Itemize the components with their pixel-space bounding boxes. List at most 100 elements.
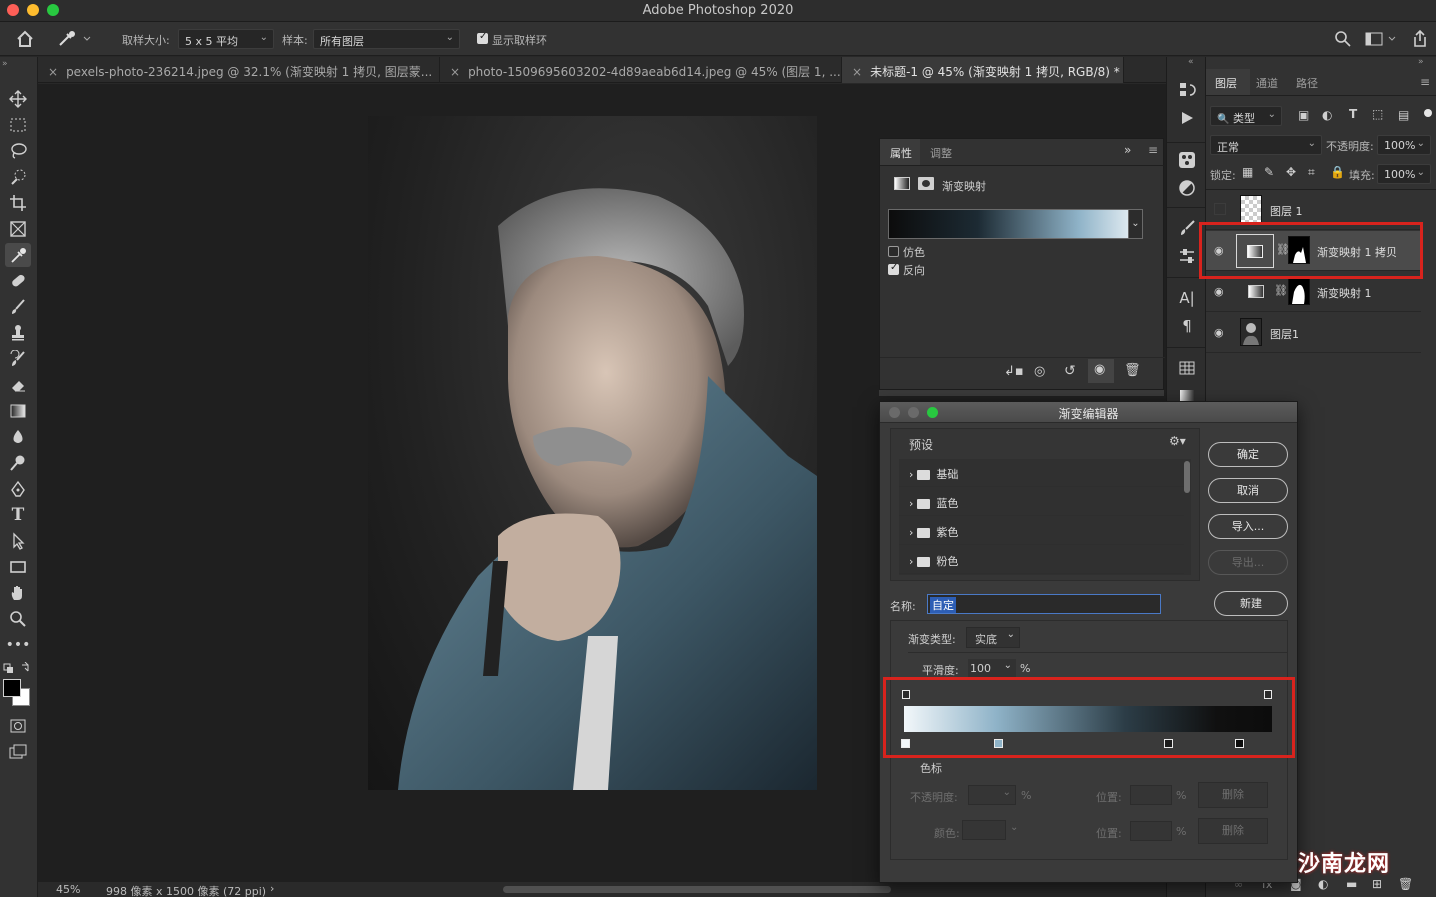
- eye-icon[interactable]: ◉: [1214, 285, 1224, 298]
- quick-mask-button[interactable]: [5, 714, 31, 738]
- path-selection-tool[interactable]: [5, 529, 31, 553]
- brushes-panel-button[interactable]: [1176, 217, 1198, 239]
- lock-position-icon[interactable]: ✥: [1286, 165, 1296, 179]
- filter-toggle-icon[interactable]: [1424, 109, 1432, 117]
- lock-image-icon[interactable]: ✎: [1264, 165, 1274, 179]
- collapse-panel-icon[interactable]: »: [1124, 143, 1131, 157]
- gradient-type-dropdown[interactable]: 实底 ⌄: [966, 627, 1020, 648]
- reset-icon[interactable]: ↺: [1064, 363, 1076, 379]
- new-layer-icon[interactable]: ⊞: [1372, 877, 1382, 891]
- toggle-visibility-button[interactable]: ◉: [1088, 359, 1114, 383]
- pixel-filter-icon[interactable]: ▣: [1298, 108, 1309, 122]
- visibility-toggle-off[interactable]: [1214, 203, 1226, 215]
- clip-to-layer-icon[interactable]: ↲▪: [1004, 364, 1024, 379]
- history-brush-tool[interactable]: [5, 347, 31, 371]
- chevron-right-icon[interactable]: ›: [909, 497, 913, 510]
- adjustments-panel-button[interactable]: [1176, 177, 1198, 199]
- clone-stamp-tool[interactable]: [5, 321, 31, 345]
- adjustment-filter-icon[interactable]: ◐: [1322, 108, 1332, 122]
- color-panel-button[interactable]: [1176, 149, 1198, 171]
- lasso-tool[interactable]: [5, 139, 31, 163]
- document-canvas-photo[interactable]: [368, 116, 817, 790]
- frame-tool[interactable]: [5, 217, 31, 241]
- quick-selection-tool[interactable]: [5, 165, 31, 189]
- opacity-field[interactable]: 100% ⌄: [1377, 135, 1431, 155]
- fill-field[interactable]: 100% ⌄: [1377, 164, 1431, 184]
- history-panel-button[interactable]: [1176, 79, 1198, 101]
- eyedropper-tool[interactable]: [5, 243, 31, 267]
- close-tab-icon[interactable]: ×: [852, 65, 862, 79]
- preset-folder[interactable]: › 蓝色: [899, 488, 1184, 516]
- layer-filter-dropdown[interactable]: 🔍 类型 ⌄: [1210, 106, 1282, 126]
- preset-folder[interactable]: › 紫色: [899, 517, 1184, 545]
- dialog-title-bar[interactable]: 渐变编辑器: [880, 402, 1297, 423]
- trash-icon[interactable]: 🗑: [1124, 363, 1141, 378]
- close-tab-icon[interactable]: ×: [450, 65, 460, 79]
- document-tab-active[interactable]: × 未标题-1 @ 45% (渐变映射 1 拷贝, RGB/8) *: [842, 57, 1124, 83]
- tab-channels[interactable]: 通道: [1256, 75, 1278, 91]
- actions-panel-button[interactable]: [1176, 107, 1198, 129]
- brush-settings-button[interactable]: [1176, 245, 1198, 267]
- chevron-right-icon[interactable]: ›: [909, 555, 913, 568]
- collapse-panel-icon[interactable]: »: [1418, 57, 1424, 67]
- home-button[interactable]: [14, 29, 36, 49]
- eraser-tool[interactable]: [5, 373, 31, 397]
- trash-icon[interactable]: 🗑: [1398, 877, 1413, 891]
- cancel-button[interactable]: 取消: [1208, 478, 1288, 503]
- lock-artboard-icon[interactable]: ⌗: [1308, 165, 1315, 180]
- brush-tool[interactable]: [5, 295, 31, 319]
- pen-tool[interactable]: [5, 477, 31, 501]
- panel-menu-icon[interactable]: ≡: [1148, 143, 1158, 157]
- zoom-level[interactable]: 45%: [56, 883, 80, 896]
- chevron-right-icon[interactable]: ›: [909, 526, 913, 539]
- preset-folder[interactable]: › 基础: [899, 459, 1184, 487]
- paragraph-panel-button[interactable]: ¶: [1176, 315, 1198, 337]
- preset-folder[interactable]: › 粉色: [899, 546, 1184, 574]
- eyedropper-preset-picker[interactable]: [56, 29, 96, 49]
- gradient-dropdown-toggle[interactable]: ⌄: [1128, 209, 1143, 239]
- document-tab[interactable]: × pexels-photo-236214.jpeg @ 32.1% (渐变映射 …: [38, 57, 440, 83]
- search-button[interactable]: [1334, 30, 1352, 48]
- zoom-tool[interactable]: [5, 607, 31, 631]
- tab-paths[interactable]: 路径: [1296, 75, 1318, 91]
- blend-mode-dropdown[interactable]: 正常 ⌄: [1210, 135, 1322, 155]
- tab-layers[interactable]: 图层: [1215, 75, 1237, 91]
- color-swatches[interactable]: [3, 679, 31, 707]
- new-button[interactable]: 新建: [1214, 591, 1288, 616]
- healing-brush-tool[interactable]: [5, 269, 31, 293]
- lock-transparent-icon[interactable]: ▦: [1242, 165, 1253, 179]
- smart-object-filter-icon[interactable]: ▤: [1398, 108, 1409, 122]
- smoothness-field[interactable]: 100 ⌄: [968, 659, 1016, 678]
- collapse-dock-icon[interactable]: «: [1188, 57, 1194, 67]
- type-filter-icon[interactable]: T: [1349, 107, 1357, 121]
- dodge-tool[interactable]: [5, 451, 31, 475]
- sample-dropdown[interactable]: 所有图层 ⌄: [313, 29, 460, 49]
- gradient-preview-bar[interactable]: [888, 209, 1143, 239]
- rectangle-tool[interactable]: [5, 555, 31, 579]
- hand-tool[interactable]: [5, 581, 31, 605]
- move-tool[interactable]: [5, 87, 31, 111]
- more-tools-button[interactable]: •••: [5, 633, 31, 657]
- gradient-tool[interactable]: [5, 399, 31, 423]
- chevron-right-icon[interactable]: ›: [270, 882, 274, 895]
- ok-button[interactable]: 确定: [1208, 442, 1288, 467]
- reverse-checkbox[interactable]: [888, 262, 899, 275]
- share-button[interactable]: [1410, 29, 1430, 49]
- layer-row[interactable]: ◉ 图层1: [1206, 313, 1421, 353]
- dither-checkbox[interactable]: [888, 246, 899, 257]
- type-tool[interactable]: T: [5, 503, 31, 527]
- gear-icon[interactable]: ⚙▾: [1169, 434, 1186, 448]
- folder-icon[interactable]: ▬: [1346, 877, 1357, 891]
- presets-scrollbar[interactable]: [1184, 461, 1190, 493]
- foreground-color-swatch[interactable]: [3, 679, 21, 697]
- blur-tool[interactable]: [5, 425, 31, 449]
- default-colors-button[interactable]: [3, 661, 33, 675]
- eye-icon[interactable]: ◉: [1214, 326, 1224, 339]
- lock-all-icon[interactable]: 🔒: [1330, 165, 1345, 179]
- panel-menu-icon[interactable]: ≡: [1420, 75, 1430, 89]
- collapse-tools-icon[interactable]: »: [2, 59, 8, 69]
- character-panel-button[interactable]: A|: [1176, 287, 1198, 309]
- view-previous-icon[interactable]: ◎: [1034, 364, 1045, 379]
- document-tab[interactable]: × photo-1509695603202-4d89aeab6d14.jpeg @…: [440, 57, 842, 83]
- horizontal-scrollbar[interactable]: [503, 886, 891, 893]
